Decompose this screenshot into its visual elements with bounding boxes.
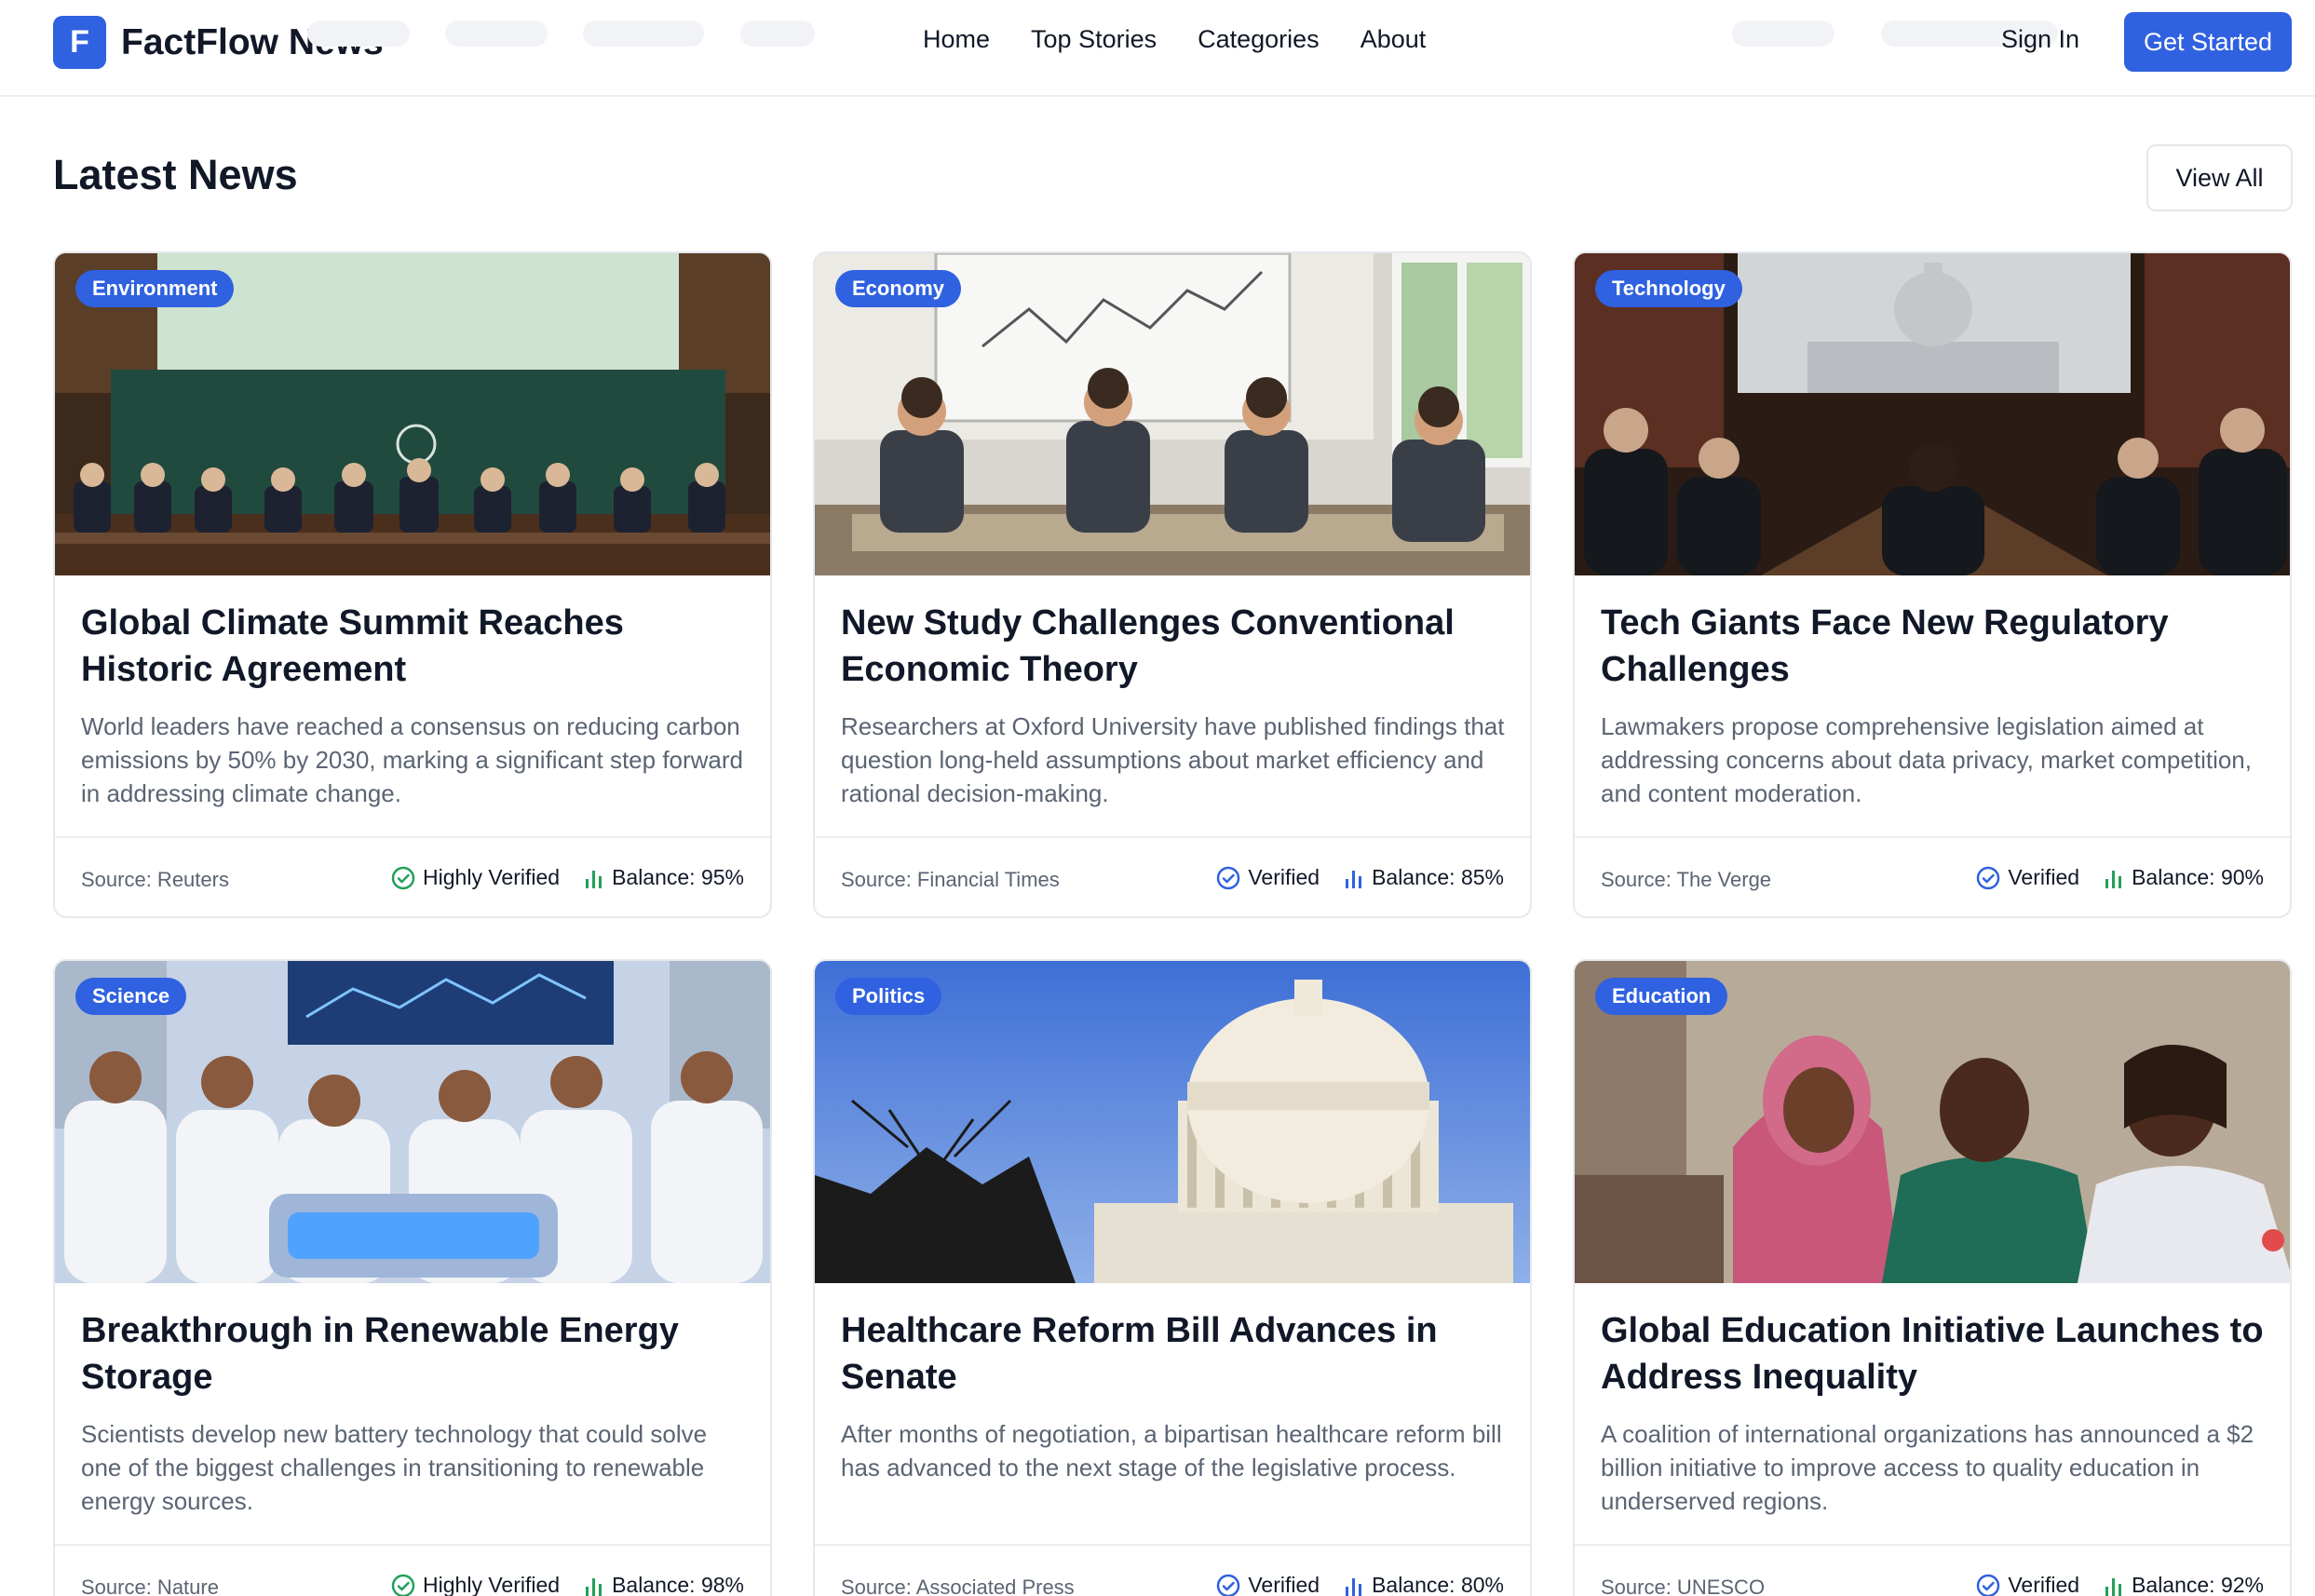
category-badge[interactable]: Economy bbox=[835, 270, 962, 307]
check-circle-icon bbox=[391, 866, 415, 890]
article-meta: Verified Balance: 90% bbox=[1976, 865, 2264, 890]
article-title[interactable]: Global Climate Summit Reaches Historic A… bbox=[81, 600, 751, 693]
article-description: A coalition of international organizatio… bbox=[1601, 1420, 2254, 1515]
verification-label: Verified bbox=[1248, 1573, 1320, 1596]
category-badge[interactable]: Education bbox=[1595, 978, 1728, 1015]
article-title[interactable]: Tech Giants Face New Regulatory Challeng… bbox=[1601, 600, 2271, 693]
category-badge[interactable]: Science bbox=[75, 978, 187, 1015]
article-image: Politics bbox=[815, 961, 1530, 1283]
verification-label: Highly Verified bbox=[423, 865, 561, 889]
card-footer: Source: Nature Highly Verified Balance: … bbox=[55, 1544, 770, 1596]
article-title[interactable]: Healthcare Reform Bill Advances in Senat… bbox=[841, 1307, 1511, 1400]
check-circle-icon bbox=[1216, 1574, 1240, 1596]
article-meta: Verified Balance: 85% bbox=[1216, 865, 1504, 890]
article-meta: Highly Verified Balance: 95% bbox=[391, 865, 744, 890]
ghost-placeholder bbox=[307, 20, 410, 47]
card-footer: Source: UNESCO Verified Balance: 92% bbox=[1575, 1544, 2290, 1596]
nav-link-top-stories[interactable]: Top Stories bbox=[1031, 25, 1157, 54]
bar-chart-icon bbox=[1344, 867, 1364, 889]
bar-chart-icon bbox=[2104, 867, 2124, 889]
article-meta: Highly Verified Balance: 98% bbox=[391, 1573, 744, 1596]
article-source: Source: Associated Press bbox=[841, 1576, 1075, 1596]
nav-link-home[interactable]: Home bbox=[923, 25, 990, 54]
article-description: World leaders have reached a consensus o… bbox=[81, 712, 744, 807]
check-circle-icon bbox=[1976, 1574, 2000, 1596]
bar-chart-icon bbox=[1344, 1575, 1364, 1596]
news-card[interactable]: Education Global Education Initiative La… bbox=[1573, 959, 2292, 1596]
category-badge[interactable]: Politics bbox=[835, 978, 942, 1015]
bar-chart-icon bbox=[584, 867, 604, 889]
card-footer: Source: The Verge Verified Balance: 90% bbox=[1575, 836, 2290, 916]
ghost-placeholder bbox=[740, 20, 815, 47]
article-meta: Verified Balance: 80% bbox=[1216, 1573, 1504, 1596]
article-source: Source: UNESCO bbox=[1601, 1576, 1766, 1596]
category-badge[interactable]: Environment bbox=[75, 270, 235, 307]
article-source: Source: Reuters bbox=[81, 868, 229, 891]
bar-chart-icon bbox=[2104, 1575, 2124, 1596]
ghost-placeholder bbox=[583, 20, 704, 47]
main-nav: Home Top Stories Categories About bbox=[923, 25, 1426, 54]
news-card[interactable]: Economy New Study Challenges Conventiona… bbox=[813, 251, 1532, 918]
article-source: Source: Nature bbox=[81, 1576, 219, 1596]
article-title[interactable]: Global Education Initiative Launches to … bbox=[1601, 1307, 2271, 1400]
balance-score: Balance: 95% bbox=[612, 865, 744, 889]
verification-label: Verified bbox=[1248, 865, 1320, 889]
news-card[interactable]: Politics Healthcare Reform Bill Advances… bbox=[813, 959, 1532, 1596]
verification-label: Highly Verified bbox=[423, 1573, 561, 1596]
news-grid: Environment Global Climate Summit Reache… bbox=[53, 251, 2293, 1596]
balance-score: Balance: 85% bbox=[1372, 865, 1504, 889]
article-description: Researchers at Oxford University have pu… bbox=[841, 712, 1505, 807]
get-started-button[interactable]: Get Started bbox=[2124, 12, 2292, 72]
check-circle-icon bbox=[1216, 866, 1240, 890]
card-footer: Source: Reuters Highly Verified Balance:… bbox=[55, 836, 770, 916]
balance-score: Balance: 98% bbox=[612, 1573, 744, 1596]
bar-chart-icon bbox=[584, 1575, 604, 1596]
article-image: Science bbox=[55, 961, 770, 1283]
article-source: Source: Financial Times bbox=[841, 868, 1060, 891]
card-footer: Source: Financial Times Verified Balance… bbox=[815, 836, 1530, 916]
verification-label: Verified bbox=[2008, 1573, 2080, 1596]
news-card[interactable]: Environment Global Climate Summit Reache… bbox=[53, 251, 772, 918]
card-footer: Source: Associated Press Verified Balanc… bbox=[815, 1544, 1530, 1596]
article-source: Source: The Verge bbox=[1601, 868, 1772, 891]
balance-score: Balance: 90% bbox=[2132, 865, 2264, 889]
balance-score: Balance: 80% bbox=[1372, 1573, 1504, 1596]
brand-badge-icon: F bbox=[53, 16, 106, 69]
news-card[interactable]: Science Breakthrough in Renewable Energy… bbox=[53, 959, 772, 1596]
verification-label: Verified bbox=[2008, 865, 2080, 889]
article-image: Technology bbox=[1575, 253, 2290, 575]
article-title[interactable]: New Study Challenges Conventional Econom… bbox=[841, 600, 1511, 693]
section-title: Latest News bbox=[53, 151, 298, 198]
article-description: After months of negotiation, a bipartisa… bbox=[841, 1420, 1502, 1481]
article-image: Environment bbox=[55, 253, 770, 575]
category-badge[interactable]: Technology bbox=[1595, 270, 1742, 307]
check-circle-icon bbox=[1976, 866, 2000, 890]
check-circle-icon bbox=[391, 1574, 415, 1596]
news-card[interactable]: Technology Tech Giants Face New Regulato… bbox=[1573, 251, 2292, 918]
ghost-placeholder bbox=[445, 20, 548, 47]
nav-link-categories[interactable]: Categories bbox=[1198, 25, 1320, 54]
article-title[interactable]: Breakthrough in Renewable Energy Storage bbox=[81, 1307, 751, 1400]
balance-score: Balance: 92% bbox=[2132, 1573, 2264, 1596]
article-meta: Verified Balance: 92% bbox=[1976, 1573, 2264, 1596]
article-description: Scientists develop new battery technolog… bbox=[81, 1420, 708, 1515]
article-description: Lawmakers propose comprehensive legislat… bbox=[1601, 712, 2252, 807]
ghost-placeholder bbox=[1732, 20, 1834, 47]
article-image: Education bbox=[1575, 961, 2290, 1283]
nav-link-about[interactable]: About bbox=[1361, 25, 1427, 54]
article-image: Economy bbox=[815, 253, 1530, 575]
top-navbar: F FactFlow News Home Top Stories Categor… bbox=[0, 0, 2315, 97]
sign-in-link[interactable]: Sign In bbox=[2001, 25, 2079, 54]
view-all-button[interactable]: View All bbox=[2146, 144, 2293, 211]
